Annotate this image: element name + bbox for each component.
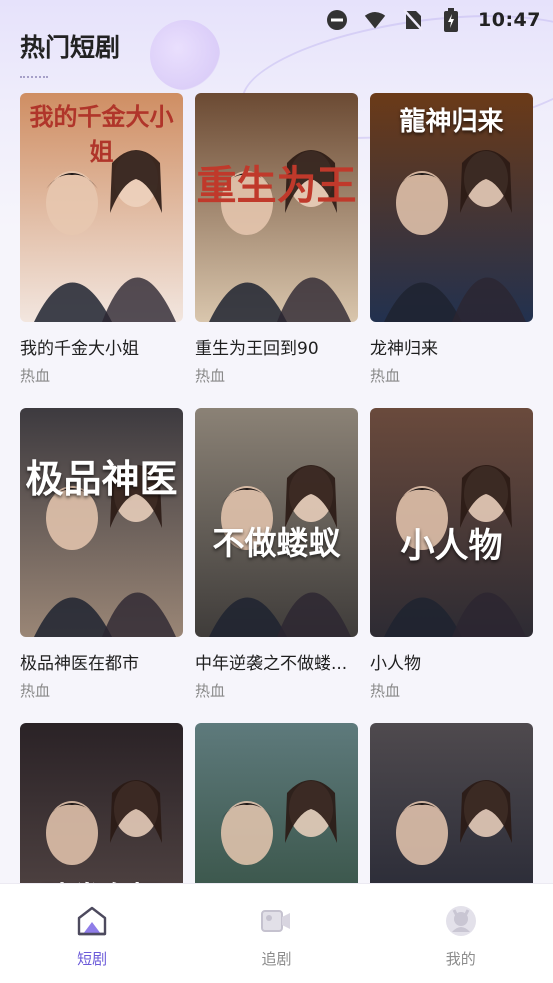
drama-grid: 我的千金大小姐 我的千金大小姐 热血 重生为王 重生为王回到90 热血 龍神归来 龙神归来 热血… <box>20 93 533 952</box>
profile-icon <box>444 904 478 942</box>
drama-title[interactable]: 中年逆袭之不做蝼... <box>195 649 358 674</box>
genre-tag: 热血 <box>370 682 401 700</box>
drama-card[interactable]: 龍神归来龙神归来热血 <box>370 93 533 386</box>
drama-title[interactable]: 重生为王回到90 <box>195 334 358 359</box>
planet-decoration <box>150 20 220 90</box>
drama-title[interactable]: 极品神医在都市 <box>20 649 183 674</box>
nav-label: 我的 <box>445 950 476 968</box>
drama-home-icon <box>75 904 109 942</box>
battery-icon <box>440 8 462 32</box>
drama-poster[interactable]: 小人物 <box>370 408 533 637</box>
drama-card[interactable]: 我的千金大小姐 我的千金大小姐 热血 <box>20 93 183 386</box>
drama-poster[interactable]: 龍神归来 <box>370 93 533 322</box>
nav-item-0[interactable]: 短剧 <box>32 884 152 969</box>
clock: 10:47 <box>478 9 541 31</box>
nav-label: 短剧 <box>77 950 108 968</box>
drama-title[interactable]: 龙神归来 <box>370 334 533 359</box>
title-underline <box>20 74 48 78</box>
genre-tag: 热血 <box>370 367 401 385</box>
drama-card[interactable]: 小人物 小人物 热血 <box>370 408 533 701</box>
nav-item-1[interactable]: 追剧 <box>216 884 336 969</box>
nav-label: 追剧 <box>261 950 292 968</box>
drama-poster[interactable]: 不做蝼蚁 <box>195 408 358 637</box>
drama-poster[interactable]: 我的千金大小姐 <box>20 93 183 322</box>
genre-tag: 热血 <box>195 682 226 700</box>
drama-poster[interactable]: 重生为王 <box>195 93 358 322</box>
genre-tag: 热血 <box>20 682 51 700</box>
wifi-icon <box>364 9 386 31</box>
no-sim-icon <box>402 9 424 31</box>
do-not-disturb-icon <box>326 9 348 31</box>
drama-title[interactable]: 小人物 <box>370 649 533 674</box>
drama-card[interactable]: 重生为王重生为王回到90 热血 <box>195 93 358 386</box>
video-camera-icon <box>259 904 293 942</box>
drama-card[interactable]: 不做蝼蚁中年逆袭之不做蝼... 热血 <box>195 408 358 701</box>
drama-title[interactable]: 我的千金大小姐 <box>20 334 183 359</box>
genre-tag: 热血 <box>195 367 226 385</box>
genre-tag: 热血 <box>20 367 51 385</box>
drama-poster[interactable]: 极品神医 <box>20 408 183 637</box>
page-title: 热门短剧 <box>20 33 121 62</box>
drama-card[interactable]: 极品神医极品神医在都市热血 <box>20 408 183 701</box>
bottom-navigation: 短剧 追剧 我的 <box>0 883 553 983</box>
status-bar: 10:47 <box>326 6 541 34</box>
nav-item-2[interactable]: 我的 <box>401 884 521 969</box>
